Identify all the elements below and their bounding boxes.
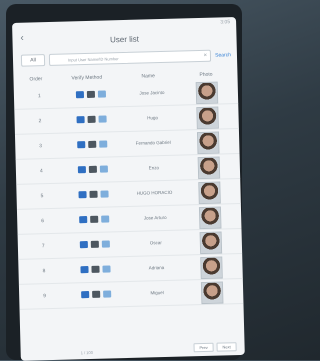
password-verify-icon [100, 190, 109, 198]
user-table-body: 1 Jose Jacinto 2 Hugo 3 Fernando Gabriel… [13, 79, 244, 310]
face-verify-icon [81, 291, 90, 299]
row-order: 2 [38, 118, 42, 125]
face-verify-icon [79, 216, 88, 224]
verify-methods [77, 140, 108, 149]
card-verify-icon [89, 190, 98, 198]
page-header: ‹ User list [12, 27, 236, 51]
row-name: Adriana [148, 265, 165, 271]
card-verify-icon [91, 265, 100, 273]
face-verify-icon [78, 191, 87, 199]
row-name: Jose Jacinto [139, 89, 165, 96]
scope-select[interactable]: All [20, 54, 46, 67]
verify-methods [79, 215, 110, 224]
face-verify-icon [77, 141, 86, 149]
pagination-text: 1 / 100 [81, 350, 93, 355]
card-verify-icon [88, 165, 97, 173]
verify-methods [81, 290, 112, 299]
user-photo [196, 131, 220, 155]
row-order: 1 [37, 93, 41, 100]
back-icon[interactable]: ‹ [20, 33, 24, 44]
row-order: 6 [41, 218, 45, 225]
row-name: Jose Arturo [143, 214, 167, 221]
card-verify-icon [90, 240, 99, 248]
password-verify-icon [103, 290, 112, 298]
row-order: 4 [39, 168, 43, 175]
search-bar: All Input User Name/ID Number × Search [20, 49, 231, 67]
password-verify-icon [101, 215, 110, 223]
face-verify-icon [77, 166, 86, 174]
face-verify-icon [76, 116, 85, 124]
search-button[interactable]: Search [215, 52, 231, 58]
col-verify-method: Verify Method [71, 74, 103, 82]
col-name: Name [141, 73, 155, 80]
next-page-button[interactable]: Next [216, 342, 237, 352]
clear-icon[interactable]: × [204, 53, 208, 59]
row-order: 5 [40, 193, 44, 200]
verify-methods [76, 115, 107, 124]
card-verify-icon [90, 215, 99, 223]
card-verify-icon [87, 115, 96, 123]
row-name: Oscar [149, 240, 162, 246]
row-order: 3 [39, 143, 43, 150]
user-photo [195, 81, 219, 105]
face-verify-icon [80, 266, 89, 274]
password-verify-icon [99, 140, 108, 148]
user-photo [200, 256, 223, 280]
page-title: User list [109, 34, 140, 44]
user-photo [198, 181, 221, 205]
verify-methods [80, 265, 111, 274]
row-order: 7 [41, 243, 45, 250]
status-time: 3:05 [220, 19, 231, 26]
row-name: HUGO HORACIO [136, 189, 173, 196]
row-order: 8 [42, 268, 46, 275]
table-row[interactable]: 9 Miguel [18, 278, 244, 310]
password-verify-icon [98, 115, 107, 123]
pagination-controls: Prev Next [193, 342, 237, 353]
card-verify-icon [88, 140, 97, 148]
user-photo [200, 281, 224, 305]
password-verify-icon [102, 265, 111, 273]
verify-methods [75, 90, 107, 99]
user-photo [196, 106, 219, 130]
row-name: Enzo [148, 165, 160, 171]
search-placeholder: Input User Name/ID Number [67, 55, 119, 62]
user-photo [198, 206, 222, 230]
row-name: Miguel [150, 290, 164, 296]
password-verify-icon [99, 165, 108, 173]
row-order: 9 [43, 293, 47, 300]
col-order: Order [29, 76, 43, 83]
row-name: Hugo [147, 115, 159, 121]
col-photo: Photo [199, 71, 213, 79]
page-indicator: 1 / 100 [80, 349, 93, 356]
face-verify-icon [75, 91, 85, 99]
password-verify-icon [97, 90, 107, 98]
device-screen: 3:05 ‹ User list All Input User Name/ID … [12, 17, 245, 361]
face-verify-icon [79, 241, 88, 249]
card-verify-icon [86, 90, 96, 98]
password-verify-icon [101, 240, 110, 248]
search-input[interactable]: Input User Name/ID Number × [48, 49, 212, 66]
row-name: Fernando Gabriel [135, 139, 171, 146]
user-photo [199, 231, 223, 255]
verify-methods [78, 190, 109, 199]
user-photo [197, 156, 221, 180]
verify-methods [77, 165, 108, 174]
prev-page-button[interactable]: Prev [193, 342, 214, 353]
verify-methods [79, 240, 110, 249]
card-verify-icon [92, 290, 101, 298]
